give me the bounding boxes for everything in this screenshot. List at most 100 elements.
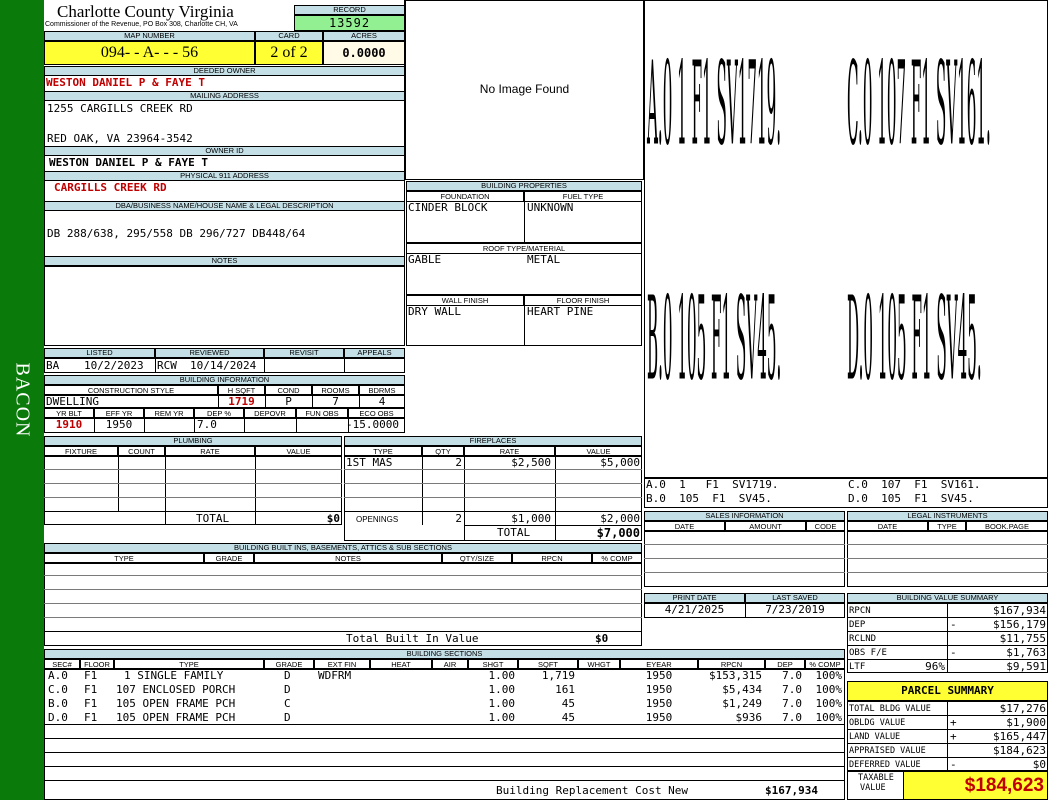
listing-div3 xyxy=(344,358,345,373)
section-grade: D xyxy=(284,711,291,724)
replacement-cost-label: Building Replacement Cost New xyxy=(496,784,689,797)
sales-header: SALES INFORMATION xyxy=(644,511,845,521)
ps-label-deferred: DEFERRED VALUE xyxy=(849,760,921,770)
owner-id-header: OWNER ID xyxy=(44,146,405,156)
vs-label-ltf: LTF xyxy=(849,662,866,672)
roof-type-value: GABLE xyxy=(408,253,442,266)
wall-finish-value: DRY WALL xyxy=(408,305,461,318)
section-comp: 100% xyxy=(815,697,843,710)
year-built: 1910 xyxy=(55,418,83,431)
roof-material-value: METAL xyxy=(527,253,561,266)
section-ext: WDFRM xyxy=(318,669,352,682)
openings-rate: $1,000 xyxy=(511,512,551,525)
pl-div3 xyxy=(255,455,256,525)
section-rpcn: $153,315 xyxy=(709,669,762,682)
appeals-header: APPEALS xyxy=(344,348,405,358)
parcel-summary-header: PARCEL SUMMARY xyxy=(847,681,1048,701)
section-sec: C.0 xyxy=(48,683,68,696)
listed-header: LISTED xyxy=(44,348,155,358)
reviewed-date: 10/14/2024 xyxy=(190,359,257,372)
card-number: 2 of 2 xyxy=(255,41,323,65)
legal-header: LEGAL INSTRUMENTS xyxy=(847,511,1048,521)
fp-row3 xyxy=(344,497,642,498)
dba-header: DBA/BUSINESS NAME/HOUSE NAME & LEGAL DES… xyxy=(44,201,405,211)
section-floor: F1 xyxy=(84,711,98,724)
sketch-label-c: C.0 107 F1 SV161. xyxy=(847,41,991,173)
vs-divider xyxy=(947,603,948,673)
fp-row2 xyxy=(344,483,642,484)
section-shgt: 1.00 xyxy=(488,697,516,710)
depreciation-pct: 7.0 xyxy=(197,418,217,431)
listed-date: 10/2/2023 xyxy=(84,359,144,372)
section-shgt: 1.00 xyxy=(488,683,516,696)
print-date: 4/21/2025 xyxy=(664,603,725,616)
plumbing-total-label: TOTAL xyxy=(196,512,230,525)
section-type: 1 SINGLE FAMILY xyxy=(124,669,224,682)
listed-by: BA xyxy=(46,359,60,372)
fireplaces-header: FIREPLACES xyxy=(344,436,642,446)
print-date-header: PRINT DATE xyxy=(644,593,745,603)
acres-value: 0.0000 xyxy=(323,41,405,65)
pl-div2 xyxy=(165,455,166,525)
fp-row4 xyxy=(344,511,642,512)
taxable-label-line1: TAXABLE xyxy=(858,773,894,783)
pl-row4 xyxy=(44,511,342,512)
section-dep: 7.0 xyxy=(782,683,802,696)
eco-obs: -15.0000 xyxy=(346,418,399,431)
pl-row2 xyxy=(44,483,342,484)
section-comp: 100% xyxy=(815,711,843,724)
roof-box xyxy=(406,243,642,295)
district-sidebar: BACON xyxy=(0,0,44,800)
sec-row-line3 xyxy=(44,752,845,753)
mailing-address-header: MAILING ADDRESS xyxy=(44,91,405,101)
replacement-cost-value: $167,934 xyxy=(765,784,818,797)
bi-row1 xyxy=(44,575,642,576)
vs-value-ltf: $9,591 xyxy=(1006,660,1046,673)
value-summary-header: BUILDING VALUE SUMMARY xyxy=(847,593,1048,603)
fuel-type-value: UNKNOWN xyxy=(527,201,574,214)
last-saved-header: LAST SAVED xyxy=(745,593,845,603)
section-rpcn: $936 xyxy=(735,711,763,724)
section-sec: D.0 xyxy=(48,711,68,724)
section-sqft: 45 xyxy=(561,711,575,724)
taxable-label-line2: VALUE xyxy=(860,783,886,793)
section-floor: F1 xyxy=(84,697,98,710)
built-in-total-label: Total Built In Value xyxy=(346,632,479,645)
fireplace-total: $7,000 xyxy=(596,526,640,540)
legal-row3 xyxy=(847,572,1048,573)
vs-value-dep: $156,179 xyxy=(993,618,1046,631)
sales-row2 xyxy=(644,558,845,559)
vs-value-rpcn: $167,934 xyxy=(993,604,1046,617)
foundation-value: CINDER BLOCK xyxy=(408,201,488,214)
notes-header: NOTES xyxy=(44,256,405,266)
card-header: CARD xyxy=(255,31,323,41)
vs-sign-ltf: 96% xyxy=(925,660,945,673)
section-dep: 7.0 xyxy=(782,711,802,724)
legal-row1 xyxy=(847,544,1048,545)
district-label: BACON xyxy=(11,362,34,438)
vs-value-rclnd: $11,755 xyxy=(999,632,1046,645)
condition: P xyxy=(285,395,292,408)
vs-label-obs: OBS F/E xyxy=(849,648,887,658)
plumbing-total: $0 xyxy=(326,512,340,525)
pl-row3 xyxy=(44,497,342,498)
sec-row-line4 xyxy=(44,766,845,767)
reviewed-by: RCW xyxy=(157,359,177,372)
section-dep: 7.0 xyxy=(782,697,802,710)
fp-row1 xyxy=(344,469,642,470)
owner-left-border xyxy=(44,66,45,266)
building-properties-header: BUILDING PROPERTIES xyxy=(406,181,642,191)
plumbing-header: PLUMBING xyxy=(44,436,342,446)
building-sections-header: BUILDING SECTIONS xyxy=(44,649,845,659)
last-saved-date: 7/23/2019 xyxy=(765,603,825,616)
sec-row-line5 xyxy=(44,780,845,781)
section-shgt: 1.00 xyxy=(488,669,516,682)
foundation-divider xyxy=(524,191,525,243)
section-shgt: 1.00 xyxy=(488,711,516,724)
construction-style: DWELLING xyxy=(46,395,99,408)
ps-divider xyxy=(947,701,948,771)
ps-row4 xyxy=(847,757,1048,758)
acres-header: ACRES xyxy=(323,31,405,41)
record-number: 13592 xyxy=(294,15,405,31)
sketch-legend-d: D.0 105 F1 SV45. xyxy=(848,492,974,505)
